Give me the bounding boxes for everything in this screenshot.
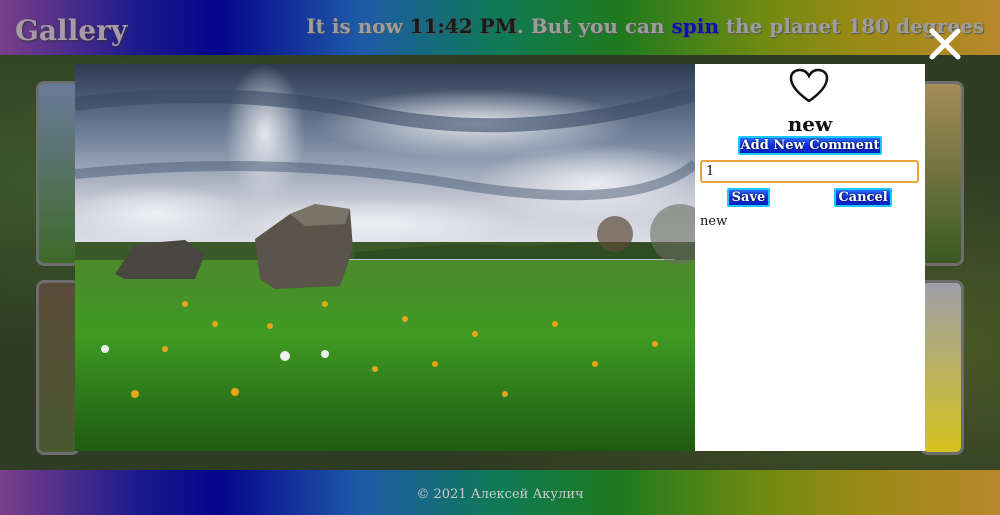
clock-prefix: It is now	[306, 14, 410, 38]
photo-title: new	[787, 112, 833, 136]
gallery-thumbnail[interactable]	[920, 280, 964, 455]
header-bar: Gallery It is now 11:42 PM. But you can …	[0, 0, 1000, 55]
comment-item: new	[700, 214, 728, 229]
photo-modal: new Add New Comment Save Cancel new	[75, 64, 925, 451]
spin-link[interactable]: spin	[672, 14, 719, 38]
landscape-photo	[75, 64, 695, 451]
site-title: Gallery	[15, 14, 128, 47]
heart-icon[interactable]	[789, 68, 829, 104]
gallery-thumbnail[interactable]	[36, 280, 80, 455]
clock-time: 11:42 PM	[409, 14, 517, 38]
add-comment-button[interactable]: Add New Comment	[738, 136, 882, 155]
gallery-thumbnail[interactable]	[36, 81, 80, 266]
comment-panel: new Add New Comment Save Cancel new	[695, 64, 925, 451]
footer-bar: © 2021 Алексей Акулич	[0, 470, 1000, 515]
cancel-button[interactable]: Cancel	[834, 188, 892, 207]
gallery-thumbnail[interactable]	[920, 81, 964, 266]
clock-middle: . But you can	[516, 14, 672, 38]
save-button[interactable]: Save	[727, 188, 770, 207]
close-icon[interactable]	[927, 26, 963, 62]
copyright-text: © 2021 Алексей Акулич	[416, 487, 584, 502]
comment-input[interactable]	[700, 160, 919, 183]
clock-message: It is now 11:42 PM. But you can spin the…	[306, 14, 984, 38]
